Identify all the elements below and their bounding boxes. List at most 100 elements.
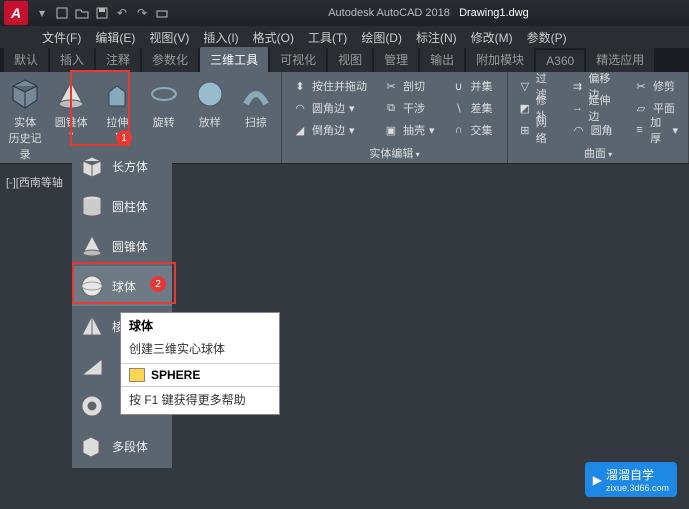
open-icon[interactable] <box>73 4 91 22</box>
shape-dropdown: 长方体 圆柱体 圆锥体 球体 棱 多段体 <box>72 144 172 468</box>
torus-icon <box>78 392 106 420</box>
cylinder-icon <box>78 192 106 220</box>
loft-button[interactable]: 放样 <box>191 76 229 130</box>
menu-insert[interactable]: 插入(I) <box>203 29 238 46</box>
tab-addins[interactable]: 附加模块 <box>466 47 534 72</box>
filter-icon: ▽ <box>518 78 532 94</box>
interfere-button[interactable]: ⧉干涉 <box>379 98 439 118</box>
new-icon[interactable] <box>53 4 71 22</box>
tooltip-command: SPHERE <box>121 364 279 386</box>
intersect-icon: ∩ <box>451 122 467 138</box>
trim-button[interactable]: ✂修剪 <box>629 76 682 96</box>
slice-icon: ✂ <box>383 78 399 94</box>
fillet-icon: ◠ <box>292 100 308 116</box>
panel-solid-editing: ⬍按住并拖动 ◠圆角边 ▾ ◢倒角边 ▾ ✂剖切 ⧉干涉 ▣抽壳 ▾ ∪并集 ∖… <box>282 72 508 163</box>
panel-surface: ▽过滤 ◩修补 ⊞网络 ⇉偏移边 →延伸边 ◠圆角 ✂修剪 ▱平面 ≡加厚 ▾ … <box>508 72 689 163</box>
tooltip: 球体 创建三维实心球体 SPHERE 按 F1 键获得更多帮助 <box>120 312 280 415</box>
tab-annotate[interactable]: 注释 <box>96 47 140 72</box>
tooltip-title: 球体 <box>121 313 279 338</box>
viewport-label[interactable]: [-][西南等轴 <box>6 174 63 190</box>
tab-3dtools[interactable]: 三维工具 <box>200 47 268 72</box>
patch-icon: ◩ <box>518 100 532 116</box>
subtract-icon: ∖ <box>451 100 467 116</box>
presspull-icon: ⬍ <box>292 78 308 94</box>
slice-button[interactable]: ✂剖切 <box>379 76 439 96</box>
titlebar: A ▾ ↶ ↷ Autodesk AutoCAD 2018 Drawing1.d… <box>0 0 689 26</box>
pyramid-icon <box>78 312 106 340</box>
loft-icon <box>192 76 228 112</box>
shell-button[interactable]: ▣抽壳 ▾ <box>379 120 439 140</box>
tab-output[interactable]: 输出 <box>420 47 464 72</box>
menu-format[interactable]: 格式(O) <box>253 29 294 46</box>
union-button[interactable]: ∪并集 <box>447 76 497 96</box>
menu-view[interactable]: 视图(V) <box>149 29 189 46</box>
ribbon-tabbar: 默认 插入 注释 参数化 三维工具 可视化 视图 管理 输出 附加模块 A360… <box>0 48 689 72</box>
polysolid-icon <box>78 432 106 460</box>
subtract-button[interactable]: ∖差集 <box>447 98 497 118</box>
thicken-button[interactable]: ≡加厚 ▾ <box>629 120 682 140</box>
dd-cone[interactable]: 圆锥体 <box>72 226 172 266</box>
tab-visualize[interactable]: 可视化 <box>270 47 326 72</box>
tab-featured[interactable]: 精选应用 <box>586 47 654 72</box>
offset-icon: ⇉ <box>571 78 585 94</box>
shell-icon: ▣ <box>383 122 399 138</box>
trim-icon: ✂ <box>633 78 649 94</box>
menu-dimension[interactable]: 标注(N) <box>416 29 457 46</box>
menu-modify[interactable]: 修改(M) <box>471 29 513 46</box>
cube-icon <box>7 76 43 112</box>
tab-default[interactable]: 默认 <box>4 47 48 72</box>
presspull-button[interactable]: ⬍按住并拖动 <box>288 76 371 96</box>
tooltip-desc: 创建三维实心球体 <box>121 338 279 363</box>
app-logo[interactable]: A <box>4 1 28 25</box>
menubar: 文件(F) 编辑(E) 视图(V) 插入(I) 格式(O) 工具(T) 绘图(D… <box>0 26 689 48</box>
cone2-icon <box>78 232 106 260</box>
dd-cylinder[interactable]: 圆柱体 <box>72 186 172 226</box>
menu-edit[interactable]: 编辑(E) <box>95 29 135 46</box>
command-icon <box>129 368 145 382</box>
extend-edge-button[interactable]: →延伸边 <box>567 98 621 118</box>
intersect-button[interactable]: ∩交集 <box>447 120 497 140</box>
tab-a360[interactable]: A360 <box>536 50 584 72</box>
redo-icon[interactable]: ↷ <box>133 4 151 22</box>
menu-parameters[interactable]: 参数(P) <box>527 29 567 46</box>
sweep-button[interactable]: 扫掠 <box>237 76 275 130</box>
tab-view[interactable]: 视图 <box>328 47 372 72</box>
revolve-icon <box>146 76 182 112</box>
watermark: ▶ 溜溜自学 zixue.3d66.com <box>585 462 677 497</box>
play-icon: ▶ <box>593 473 602 487</box>
qat-dropdown-icon[interactable]: ▾ <box>33 4 51 22</box>
save-icon[interactable] <box>93 4 111 22</box>
union-icon: ∪ <box>451 78 467 94</box>
annotation-badge-2: 2 <box>150 276 166 292</box>
menu-file[interactable]: 文件(F) <box>42 29 81 46</box>
undo-icon[interactable]: ↶ <box>113 4 131 22</box>
sweep-icon <box>238 76 274 112</box>
panel-title-solid-editing[interactable]: 实体编辑 <box>288 143 501 161</box>
extend-icon: → <box>571 100 585 116</box>
solid-history-button[interactable]: 实体 历史记录 <box>6 76 44 162</box>
thicken-icon: ≡ <box>633 122 646 138</box>
revolve-button[interactable]: 旋转 <box>145 76 183 130</box>
print-icon[interactable] <box>153 4 171 22</box>
wedge-icon <box>78 352 106 380</box>
window-title: Autodesk AutoCAD 2018 Drawing1.dwg <box>172 7 685 19</box>
tooltip-help: 按 F1 键获得更多帮助 <box>121 387 279 414</box>
dd-box[interactable]: 长方体 <box>72 146 172 186</box>
fillet2-icon: ◠ <box>571 122 587 138</box>
chamfer-edge-button[interactable]: ◢倒角边 ▾ <box>288 120 371 140</box>
planar-icon: ▱ <box>633 100 649 116</box>
panel-title-surface[interactable]: 曲面 <box>514 143 682 161</box>
fillet-surface-button[interactable]: ◠圆角 <box>567 120 621 140</box>
annotation-badge-1: 1 <box>116 130 132 146</box>
interfere-icon: ⧉ <box>383 100 399 116</box>
tab-parametric[interactable]: 参数化 <box>142 47 198 72</box>
tab-manage[interactable]: 管理 <box>374 47 418 72</box>
fillet-edge-button[interactable]: ◠圆角边 ▾ <box>288 98 371 118</box>
network-button[interactable]: ⊞网络 <box>514 120 559 140</box>
dd-polysolid[interactable]: 多段体 <box>72 426 172 466</box>
tab-insert[interactable]: 插入 <box>50 47 94 72</box>
menu-tools[interactable]: 工具(T) <box>308 29 347 46</box>
box-icon <box>78 152 106 180</box>
chamfer-icon: ◢ <box>292 122 308 138</box>
menu-draw[interactable]: 绘图(D) <box>361 29 402 46</box>
